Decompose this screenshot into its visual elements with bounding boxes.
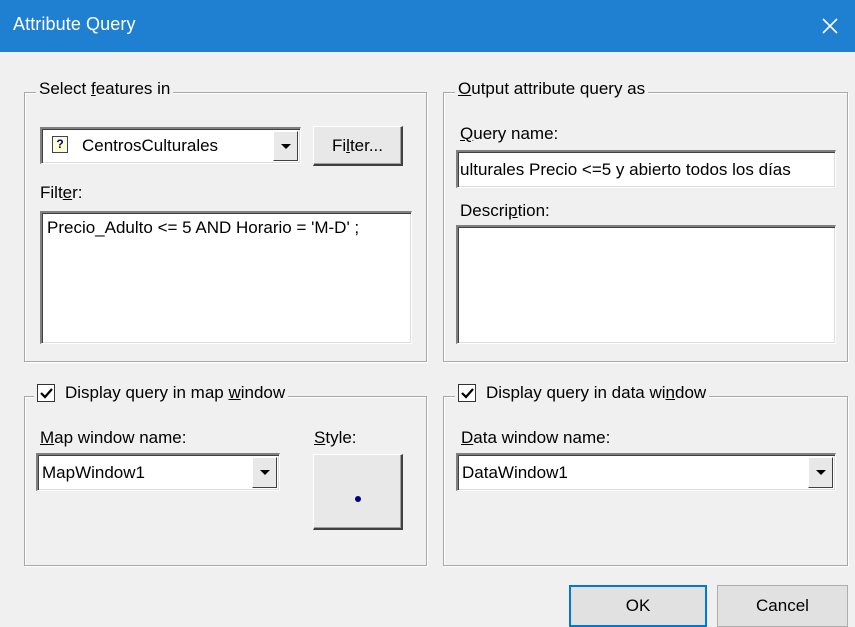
description-textarea[interactable] — [456, 225, 836, 344]
chevron-down-icon — [815, 470, 826, 475]
map-window-checkbox[interactable] — [37, 384, 55, 402]
table-icon: ? — [52, 136, 68, 153]
close-icon — [822, 18, 838, 34]
map-window-legend: Display query in map window — [34, 383, 289, 403]
filter-textarea[interactable]: Precio_Adulto <= 5 AND Horario = 'M-D' ; — [40, 211, 412, 344]
layer-dropdown[interactable]: ? CentrosCulturales — [40, 127, 301, 164]
filter-button-label: Filter... — [331, 135, 384, 155]
window-title: Attribute Query — [13, 14, 136, 34]
data-window-dropdown[interactable]: DataWindow1 — [456, 453, 836, 491]
cancel-button[interactable]: Cancel — [717, 585, 848, 627]
filter-button[interactable]: Filter... — [313, 126, 403, 166]
map-window-name-label: Map window name: — [40, 428, 187, 447]
point-symbol-icon — [354, 495, 361, 502]
query-name-label: Query name: — [460, 124, 559, 143]
checkmark-icon — [39, 387, 53, 399]
style-button[interactable] — [313, 454, 403, 530]
data-window-name-label: Data window name: — [461, 428, 611, 447]
map-window-dropdown[interactable]: MapWindow1 — [36, 453, 280, 491]
layer-dropdown-arrow[interactable] — [273, 131, 298, 161]
map-window-dropdown-arrow[interactable] — [252, 457, 277, 488]
filter-label: Filter: — [40, 183, 83, 202]
ok-button-label: OK — [625, 596, 651, 615]
chevron-down-icon — [280, 143, 291, 149]
query-name-value: ulturales Precio <=5 y abierto todos los… — [460, 160, 791, 179]
data-window-dropdown-arrow[interactable] — [808, 457, 833, 488]
select-features-legend: Select features in — [36, 79, 174, 99]
data-window-legend: Display query in data window — [455, 383, 710, 403]
data-window-checkbox-label: Display query in data window — [486, 383, 707, 402]
cancel-button-label: Cancel — [756, 596, 809, 615]
style-label: Style: — [314, 428, 357, 447]
map-window-checkbox-label: Display query in map window — [65, 383, 286, 402]
query-name-field[interactable]: ulturales Precio <=5 y abierto todos los… — [456, 150, 836, 188]
checkmark-icon — [460, 387, 474, 399]
ok-button[interactable]: OK — [569, 585, 707, 627]
filter-text: Precio_Adulto <= 5 AND Horario = 'M-D' ; — [47, 218, 360, 237]
data-window-checkbox[interactable] — [458, 384, 476, 402]
chevron-down-icon — [259, 470, 270, 475]
output-legend: Output attribute query as — [455, 79, 649, 99]
close-button[interactable] — [813, 9, 847, 43]
data-window-dropdown-value: DataWindow1 — [462, 463, 568, 482]
description-label: Description: — [460, 201, 550, 220]
map-window-dropdown-value: MapWindow1 — [42, 463, 145, 482]
layer-dropdown-value: CentrosCulturales — [82, 136, 219, 155]
title-bar: Attribute Query — [0, 0, 855, 52]
